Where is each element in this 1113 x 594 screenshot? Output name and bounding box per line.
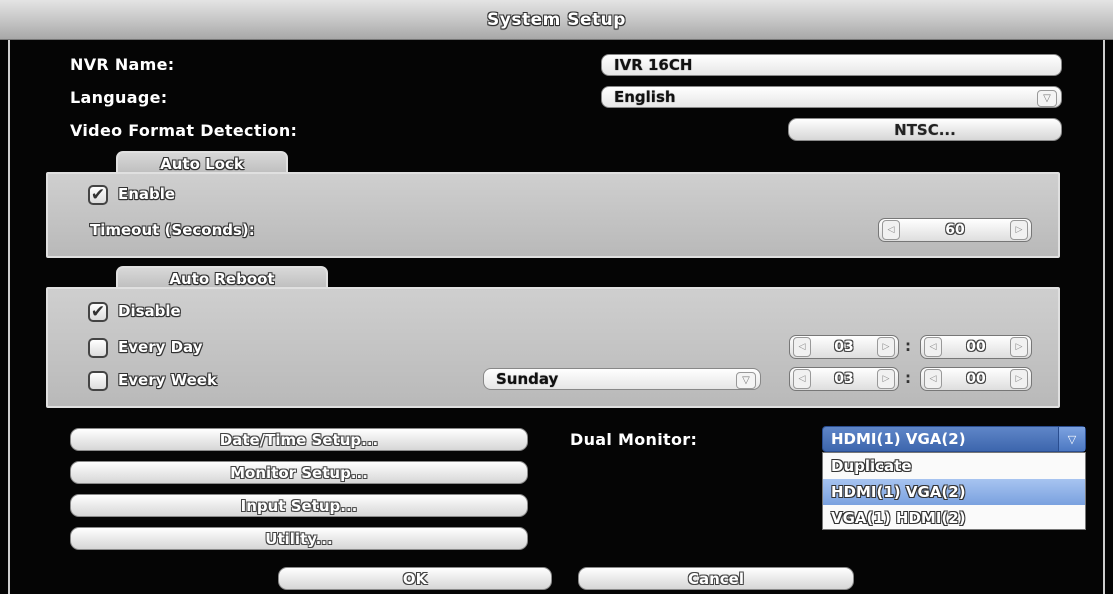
auto-lock-panel [46, 172, 1060, 258]
increment-icon[interactable]: ▷ [1009, 369, 1028, 389]
increment-icon[interactable]: ▷ [1009, 337, 1028, 357]
dual-monitor-options: Duplicate HDMI(1) VGA(2) VGA(1) HDMI(2) [822, 452, 1086, 530]
ok-button[interactable]: OK [278, 567, 552, 590]
reboot-every-day-label: Every Day [118, 338, 203, 356]
increment-icon[interactable]: ▷ [876, 369, 895, 389]
reboot-disable-checkbox[interactable]: ✔ [88, 302, 108, 322]
decrement-icon[interactable]: ◁ [924, 369, 942, 389]
auto-lock-enable-label: Enable [118, 185, 176, 203]
video-format-label: Video Format Detection: [70, 121, 298, 140]
date-time-setup-button[interactable]: Date/Time Setup... [70, 428, 528, 451]
reboot-every-week-label: Every Week [118, 371, 217, 389]
window-title: System Setup [487, 9, 626, 30]
reboot-every-day-checkbox[interactable] [88, 338, 108, 358]
language-select[interactable]: English ▽ [601, 86, 1062, 108]
input-setup-button[interactable]: Input Setup... [70, 494, 528, 517]
every-week-day-select[interactable]: Sunday ▽ [483, 368, 761, 390]
monitor-setup-button[interactable]: Monitor Setup... [70, 461, 528, 484]
decrement-icon[interactable]: ◁ [924, 337, 942, 357]
language-label: Language: [70, 88, 168, 107]
nvr-name-label: NVR Name: [70, 55, 175, 74]
time-separator: : [905, 337, 911, 355]
dual-monitor-option-vga-hdmi[interactable]: VGA(1) HDMI(2) [823, 505, 1085, 531]
time-separator: : [905, 369, 911, 387]
check-icon: ✔ [90, 301, 106, 322]
every-day-minute-spinner[interactable]: ◁ 00 ▷ [920, 335, 1032, 359]
utility-button[interactable]: Utility... [70, 527, 528, 550]
dual-monitor-select[interactable]: HDMI(1) VGA(2) ▽ [822, 426, 1086, 452]
nvr-name-input[interactable]: IVR 16CH [601, 54, 1062, 76]
every-week-minute-spinner[interactable]: ◁ 00 ▷ [920, 367, 1032, 391]
reboot-disable-label: Disable [118, 302, 181, 320]
increment-icon[interactable]: ▷ [876, 337, 895, 357]
dual-monitor-option-duplicate[interactable]: Duplicate [823, 453, 1085, 479]
auto-lock-enable-checkbox[interactable]: ✔ [88, 185, 108, 205]
timeout-spinner[interactable]: ◁ 60 ▷ [878, 218, 1032, 242]
every-day-hour-spinner[interactable]: ◁ 03 ▷ [789, 335, 899, 359]
increment-icon[interactable]: ▷ [1009, 220, 1028, 240]
timeout-label: Timeout (Seconds): [90, 221, 255, 239]
reboot-every-week-checkbox[interactable] [88, 371, 108, 391]
title-bar: System Setup [0, 0, 1113, 40]
chevron-down-icon[interactable]: ▽ [736, 372, 756, 389]
ntsc-button[interactable]: NTSC... [788, 118, 1062, 141]
decrement-icon[interactable]: ◁ [793, 369, 811, 389]
decrement-icon[interactable]: ◁ [793, 337, 811, 357]
decrement-icon[interactable]: ◁ [882, 220, 900, 240]
dual-monitor-option-hdmi-vga[interactable]: HDMI(1) VGA(2) [823, 479, 1085, 505]
chevron-down-icon[interactable]: ▽ [1058, 427, 1085, 451]
every-week-hour-spinner[interactable]: ◁ 03 ▷ [789, 367, 899, 391]
check-icon: ✔ [90, 184, 106, 205]
cancel-button[interactable]: Cancel [578, 567, 854, 590]
dual-monitor-label: Dual Monitor: [570, 430, 698, 449]
chevron-down-icon[interactable]: ▽ [1037, 90, 1057, 107]
